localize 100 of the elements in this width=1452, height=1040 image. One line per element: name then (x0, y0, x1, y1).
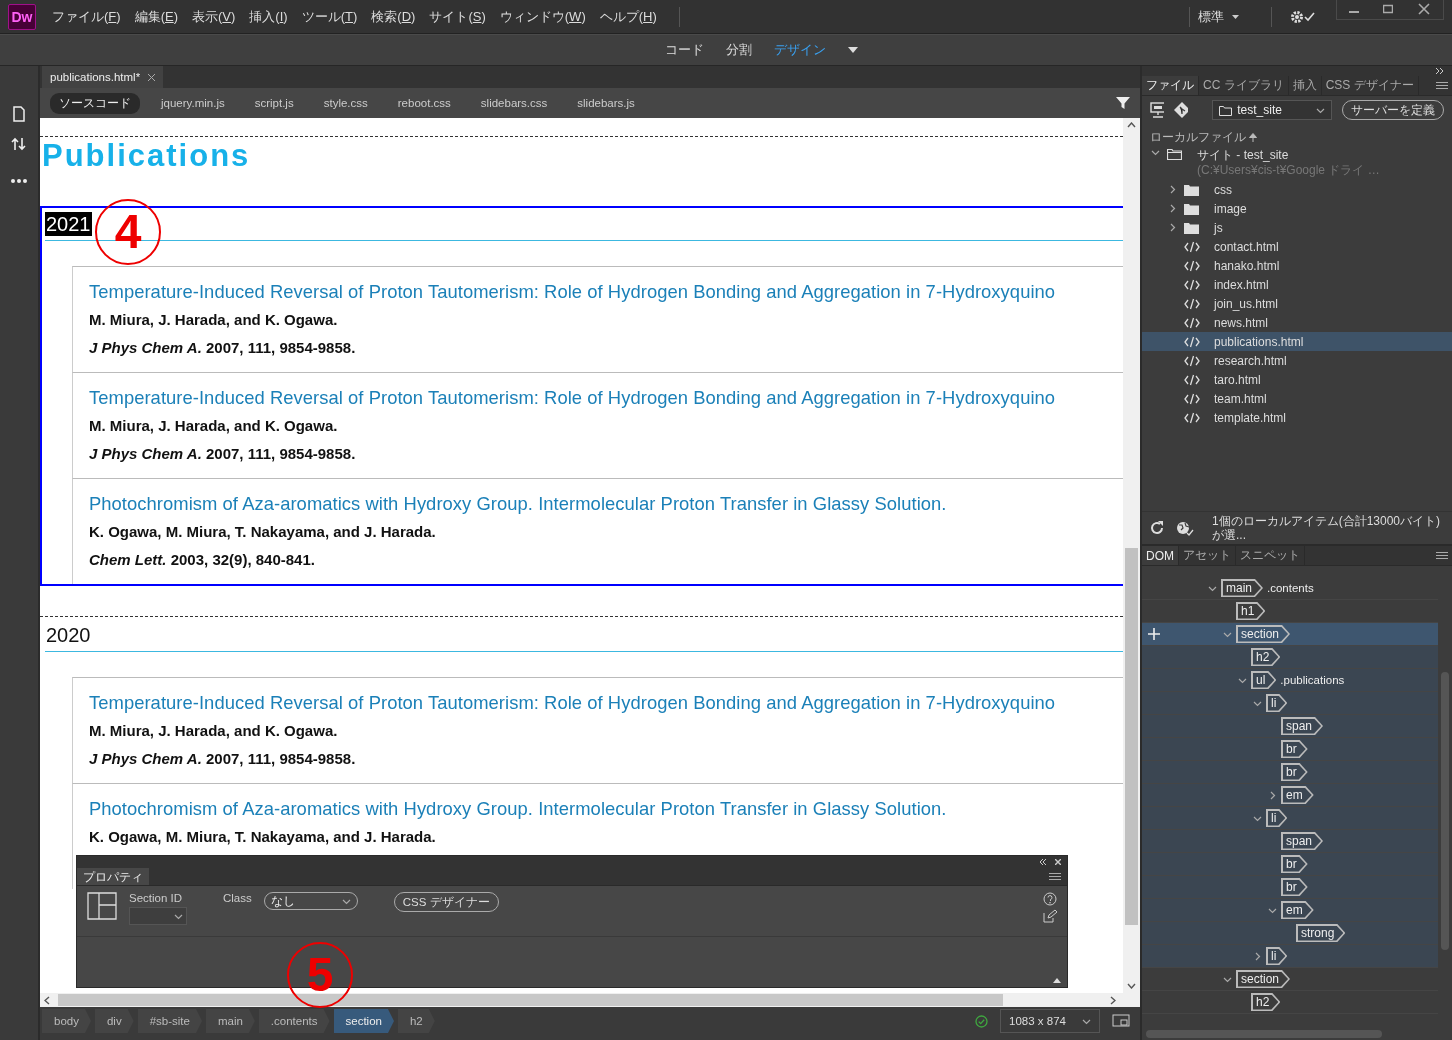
publication-title[interactable]: Temperature-Induced Reversal of Proton Tautomerism: Role of Hydrogen Bonding and Aggregation in 7-Hydroxyquino (89, 689, 1123, 717)
file-tree-item[interactable]: template.html (1142, 408, 1452, 427)
dom-tag[interactable]: strong (1296, 924, 1346, 942)
server-icon[interactable] (1150, 102, 1165, 118)
menu-icon[interactable] (1049, 873, 1061, 881)
file-tree-item[interactable]: hanako.html (1142, 256, 1452, 275)
tag-breadcrumb[interactable]: div (94, 1009, 134, 1033)
edit-icon[interactable] (1043, 909, 1057, 923)
caret-icon[interactable] (847, 47, 858, 53)
tag-breadcrumb[interactable]: .contents (258, 1009, 330, 1033)
panel-tab[interactable]: CC ライブラリ (1199, 76, 1289, 95)
close-icon[interactable] (1055, 859, 1061, 865)
site-dropdown[interactable]: test_site (1212, 100, 1332, 120)
panel-tab[interactable]: スニペット (1236, 546, 1305, 565)
panel-tab[interactable]: アセット (1179, 546, 1236, 565)
tag-breadcrumb[interactable]: section (333, 1009, 394, 1033)
caret-icon[interactable] (1232, 14, 1239, 19)
expand-icon[interactable] (1053, 978, 1061, 983)
related-file-tab[interactable]: style.css (314, 94, 377, 112)
dom-tag[interactable]: h2 (1251, 993, 1281, 1011)
expand-toggle-icon[interactable] (1168, 223, 1177, 232)
scroll-left-icon[interactable] (44, 995, 50, 1005)
scroll-right-icon[interactable] (1110, 995, 1116, 1005)
menu-item[interactable]: ヘルプ(H) (599, 7, 657, 26)
filter-icon[interactable] (1116, 96, 1130, 110)
file-tree-item[interactable]: image (1142, 199, 1452, 218)
file-tree-item[interactable]: team.html (1142, 389, 1452, 408)
up-arrow-icon[interactable] (1249, 132, 1257, 142)
tag-breadcrumb[interactable]: body (42, 1009, 91, 1033)
globe-icon[interactable] (1176, 520, 1194, 536)
menu-item[interactable]: 表示(V) (192, 7, 236, 26)
dom-tag[interactable]: em (1281, 786, 1314, 804)
menu-item[interactable]: 編集(E) (134, 7, 178, 26)
file-tree-item[interactable]: js (1142, 218, 1452, 237)
collapse-icon[interactable] (1039, 859, 1047, 865)
related-file-tab[interactable]: slidebars.css (471, 94, 557, 112)
publication-title[interactable]: Temperature-Induced Reversal of Proton Tautomerism: Role of Hydrogen Bonding and Aggregation in 7-Hydroxyquino (89, 384, 1123, 412)
dom-tag[interactable]: em (1281, 901, 1314, 919)
panel-tab[interactable]: CSS デザイナー (1321, 76, 1419, 95)
dom-tag[interactable]: li (1266, 694, 1288, 712)
menu-item[interactable]: ウィンドウ(W) (499, 7, 586, 26)
dom-tag[interactable]: br (1281, 740, 1308, 758)
file-tree-item[interactable]: contact.html (1142, 237, 1452, 256)
panel-tab[interactable]: 挿入 (1288, 76, 1322, 95)
more-icon[interactable] (10, 178, 28, 184)
horizontal-scrollbar[interactable] (40, 993, 1140, 1007)
dom-tag[interactable]: span (1281, 832, 1324, 850)
panel-tab[interactable]: プロパティ (77, 868, 149, 885)
sort-arrows-icon[interactable] (11, 136, 27, 152)
menu-item[interactable]: ファイル(F) (52, 7, 121, 26)
dom-tag[interactable]: br (1281, 855, 1308, 873)
related-file-tab[interactable]: script.js (245, 94, 303, 112)
panel-tab[interactable]: DOM (1142, 546, 1179, 565)
settings-icon[interactable] (1290, 8, 1316, 25)
add-icon[interactable] (1148, 628, 1160, 640)
menu-item[interactable]: サイト(S) (429, 7, 486, 26)
file-tree-item[interactable]: taro.html (1142, 370, 1452, 389)
menu-icon[interactable] (1436, 552, 1448, 560)
expand-toggle-icon[interactable] (1151, 148, 1160, 157)
dom-tag[interactable]: main (1221, 579, 1263, 597)
view-tab[interactable]: デザイン (773, 41, 826, 59)
menu-item[interactable]: 挿入(I) (249, 7, 288, 26)
view-tab[interactable]: 分割 (725, 41, 752, 59)
dom-tag[interactable]: li (1266, 809, 1288, 827)
scroll-up-icon[interactable] (1127, 122, 1136, 128)
git-icon[interactable] (1174, 102, 1189, 118)
help-icon[interactable] (1043, 892, 1057, 906)
dom-tag[interactable]: li (1266, 947, 1288, 965)
menu-item[interactable]: ツール(T) (301, 7, 358, 26)
dom-tag[interactable]: ul (1251, 671, 1277, 689)
document-tab[interactable]: publications.html* (42, 66, 164, 88)
close-icon[interactable] (148, 73, 156, 81)
dom-tag[interactable]: span (1281, 717, 1324, 735)
tag-breadcrumb[interactable]: h2 (397, 1009, 435, 1033)
publication-title[interactable]: Photochromism of Aza-aromatics with Hydroxy Group. Intermolecular Proton Transfer in Glassy Solution. (89, 490, 1123, 518)
view-tab[interactable]: コード (664, 41, 704, 59)
expand-toggle-icon[interactable] (1168, 185, 1177, 194)
window-size-dropdown[interactable]: 1083 x 874 (1000, 1009, 1100, 1033)
dom-tag[interactable]: br (1281, 878, 1308, 896)
related-file-tab[interactable]: reboot.css (388, 94, 460, 112)
publication-title[interactable]: Temperature-Induced Reversal of Proton Tautomerism: Role of Hydrogen Bonding and Aggregation in 7-Hydroxyquino (89, 278, 1123, 306)
preview-icon[interactable] (1112, 1014, 1130, 1028)
related-file-tab[interactable]: jquery.min.js (152, 94, 234, 112)
publication-title[interactable]: Photochromism of Aza-aromatics with Hydroxy Group. Intermolecular Proton Transfer in Glassy Solution. (89, 795, 1123, 823)
dom-tag[interactable]: section (1236, 625, 1291, 643)
panel-tab[interactable]: ファイル (1142, 76, 1199, 95)
new-file-icon[interactable] (12, 106, 26, 122)
expand-toggle-icon[interactable] (1253, 951, 1262, 961)
expand-toggle-icon[interactable] (1168, 204, 1177, 213)
menu-icon[interactable] (1436, 82, 1448, 90)
file-tree-item[interactable]: publications.html (1142, 332, 1452, 351)
tag-breadcrumb[interactable]: main (205, 1009, 255, 1033)
file-tree-item[interactable]: news.html (1142, 313, 1452, 332)
dom-tag[interactable]: section (1236, 970, 1291, 988)
vertical-scrollbar[interactable] (1123, 118, 1140, 993)
file-tree-item[interactable]: join_us.html (1142, 294, 1452, 313)
expand-toggle-icon[interactable] (1268, 790, 1277, 800)
dom-tag[interactable]: h2 (1251, 648, 1281, 666)
scroll-down-icon[interactable] (1127, 983, 1136, 989)
file-tree-item[interactable]: index.html (1142, 275, 1452, 294)
